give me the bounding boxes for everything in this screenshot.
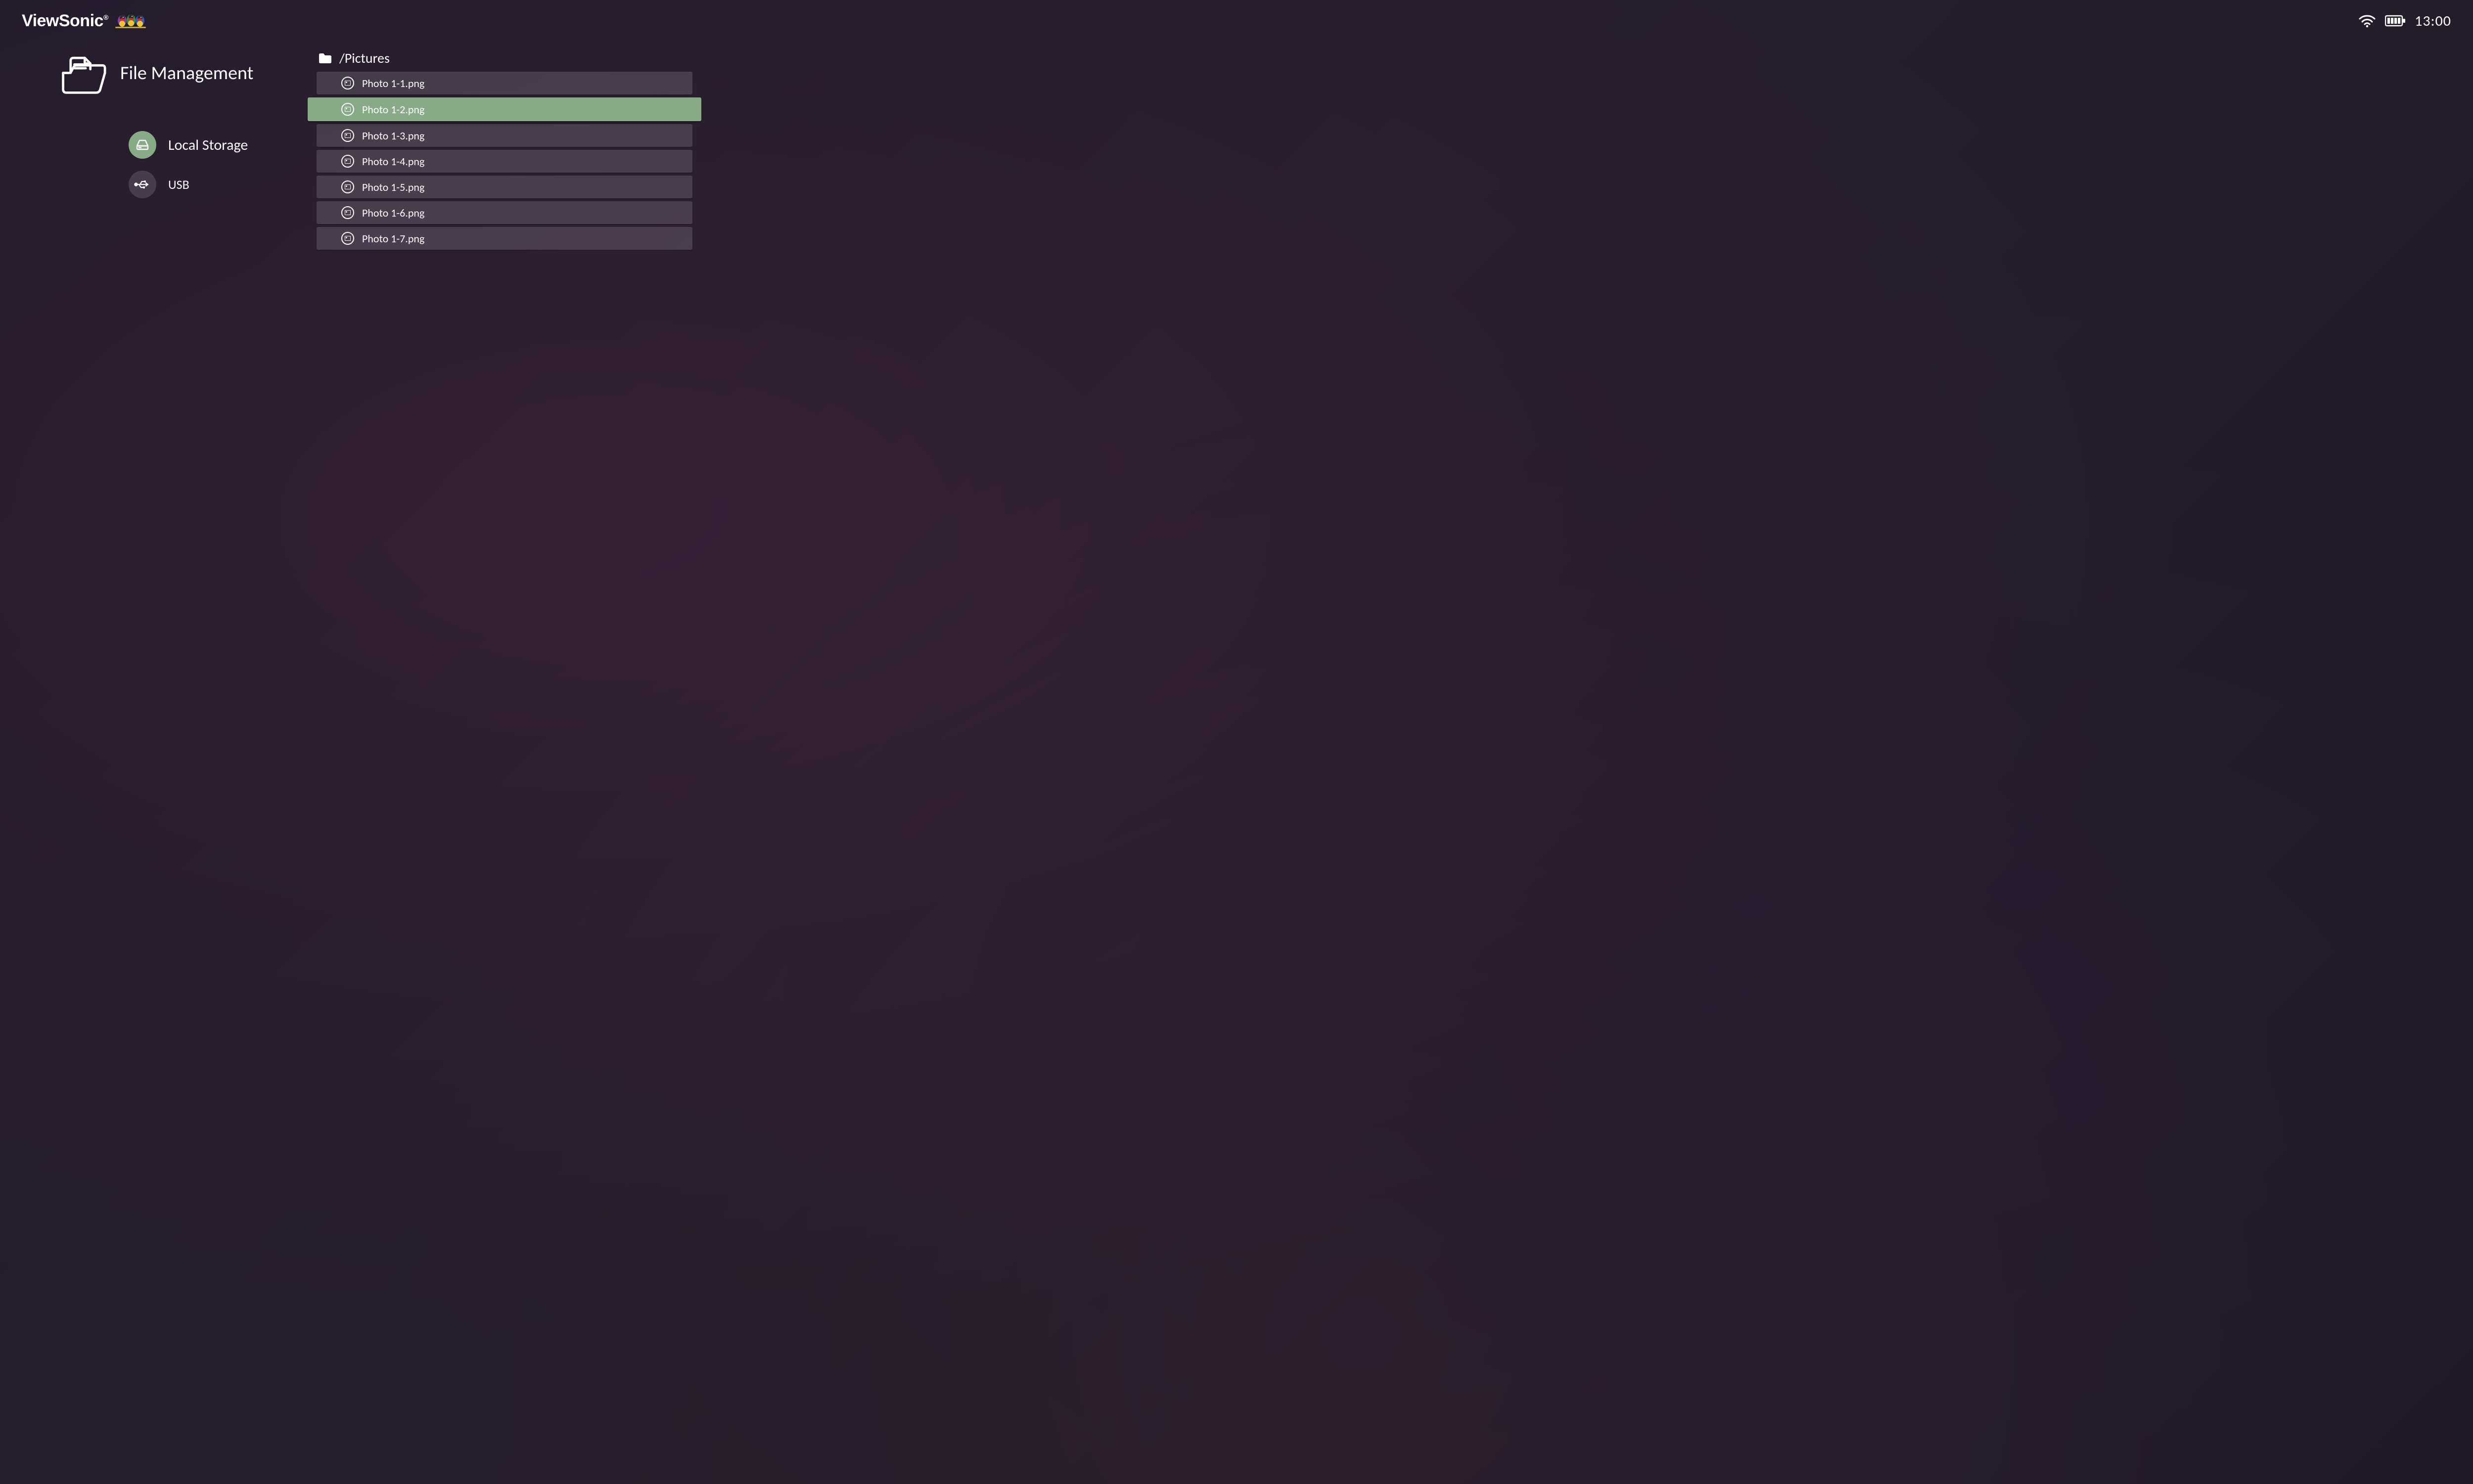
- page-title: File Management: [120, 62, 253, 85]
- file-list: Photo 1-1.png Photo 1-2.png Photo 1-3.png P…: [317, 72, 692, 250]
- header: ViewSonic®: [0, 0, 2473, 35]
- file-management-icon: [59, 49, 106, 96]
- file-name: Photo 1-2.png: [362, 103, 424, 116]
- page-title-row: File Management: [59, 49, 297, 96]
- image-file-icon: [341, 77, 354, 90]
- file-name: Photo 1-1.png: [362, 77, 424, 90]
- status-tray: 13:00: [2358, 12, 2451, 30]
- image-file-icon: [341, 129, 354, 142]
- file-row[interactable]: Photo 1-2.png: [308, 97, 701, 121]
- usb-icon: [129, 171, 156, 198]
- wifi-icon: [2358, 14, 2376, 28]
- file-name: Photo 1-4.png: [362, 155, 424, 168]
- file-browser: /Pictures Photo 1-1.pngPhoto 1-2.pngPhot…: [317, 49, 692, 1464]
- brand-text: ViewSonic®: [22, 11, 108, 31]
- sidebar: File Management Local Storage: [59, 49, 297, 1464]
- source-usb[interactable]: USB: [129, 171, 297, 198]
- image-file-icon: [341, 206, 354, 219]
- status-clock: 13:00: [2415, 12, 2451, 30]
- file-row[interactable]: Photo 1-1.png: [317, 72, 692, 94]
- content: File Management Local Storage: [0, 35, 2473, 1484]
- source-label: Local Storage: [168, 136, 248, 154]
- file-name: Photo 1-3.png: [362, 129, 424, 142]
- image-file-icon: [341, 103, 354, 116]
- source-label: USB: [168, 177, 189, 192]
- source-local-storage[interactable]: Local Storage: [129, 131, 297, 159]
- battery-icon: [2385, 15, 2406, 27]
- image-file-icon: [341, 232, 354, 245]
- path-text: /Pictures: [339, 49, 390, 67]
- brand-logo: ViewSonic®: [22, 11, 148, 31]
- image-file-icon: [341, 155, 354, 168]
- file-row[interactable]: Photo 1-6.png: [317, 201, 692, 224]
- storage-sources: Local Storage: [59, 131, 297, 198]
- file-row[interactable]: Photo 1-3.png: [317, 124, 692, 147]
- file-name: Photo 1-7.png: [362, 232, 424, 245]
- file-row[interactable]: Photo 1-7.png: [317, 227, 692, 250]
- file-row[interactable]: Photo 1-4.png: [317, 150, 692, 173]
- file-name: Photo 1-6.png: [362, 206, 424, 220]
- drive-icon: [129, 131, 156, 159]
- file-name: Photo 1-5.png: [362, 180, 424, 194]
- file-row[interactable]: Photo 1-5.png: [317, 176, 692, 198]
- current-path: /Pictures: [319, 49, 692, 67]
- image-file-icon: [341, 180, 354, 193]
- folder-icon: [319, 53, 331, 64]
- brand-birds-icon: [113, 11, 148, 31]
